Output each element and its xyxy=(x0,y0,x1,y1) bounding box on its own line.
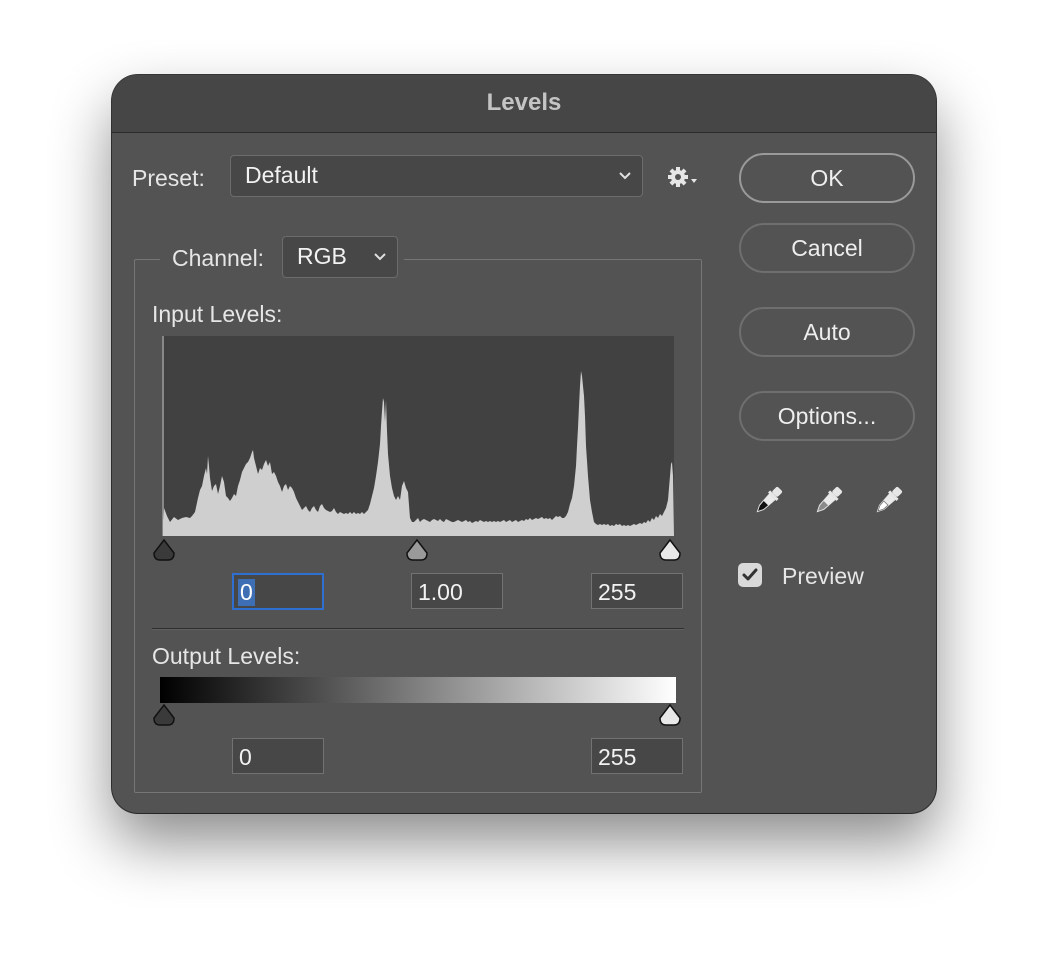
options-button[interactable]: Options... xyxy=(739,391,915,441)
black-point-eyedropper-icon[interactable] xyxy=(749,482,787,520)
input-black-value: 0 xyxy=(238,579,255,606)
title-bar[interactable]: Levels xyxy=(112,75,936,133)
cancel-button[interactable]: Cancel xyxy=(739,223,915,273)
input-levels-label: Input Levels: xyxy=(152,301,283,327)
input-black-field[interactable]: 0 xyxy=(232,573,324,610)
preview-checkbox[interactable] xyxy=(738,563,762,587)
chevron-down-icon xyxy=(619,172,631,180)
output-black-value: 0 xyxy=(239,744,252,770)
separator xyxy=(152,628,684,630)
gray-point-eyedropper-icon[interactable] xyxy=(809,482,847,520)
input-white-slider-handle xyxy=(659,538,681,561)
output-white-value: 255 xyxy=(598,744,637,770)
output-black-slider-handle xyxy=(153,703,175,726)
channel-label: Channel: xyxy=(172,245,265,271)
preset-label: Preset: xyxy=(132,165,205,191)
checkmark-icon xyxy=(742,568,758,581)
input-gamma-slider-handle xyxy=(406,538,428,561)
input-white-value: 255 xyxy=(598,579,637,605)
input-gamma-field[interactable]: 1.00 xyxy=(411,573,503,609)
input-white-field[interactable]: 255 xyxy=(591,573,683,609)
input-slider-track[interactable] xyxy=(152,537,692,565)
output-black-field[interactable]: 0 xyxy=(232,738,324,774)
chevron-down-icon xyxy=(374,253,386,261)
output-slider-track[interactable] xyxy=(152,702,692,730)
white-point-eyedropper-icon[interactable] xyxy=(869,482,907,520)
levels-dialog: Levels Preset: Default Channel: RGB Inpu… xyxy=(112,75,936,813)
output-white-slider-handle xyxy=(659,703,681,726)
channel-value: RGB xyxy=(297,243,347,269)
output-white-field[interactable]: 255 xyxy=(591,738,683,774)
histogram xyxy=(162,336,674,536)
output-gradient-bar xyxy=(160,677,676,703)
auto-button[interactable]: Auto xyxy=(739,307,915,357)
ok-button[interactable]: OK xyxy=(739,153,915,203)
gear-icon[interactable] xyxy=(667,165,701,191)
output-levels-label: Output Levels: xyxy=(152,643,301,669)
preset-value: Default xyxy=(245,162,318,188)
dialog-title: Levels xyxy=(486,89,562,116)
input-black-slider-handle xyxy=(153,538,175,561)
channel-dropdown[interactable]: RGB xyxy=(282,236,398,278)
preset-dropdown[interactable]: Default xyxy=(230,155,643,197)
input-gamma-value: 1.00 xyxy=(418,579,463,605)
preview-label[interactable]: Preview xyxy=(782,563,864,590)
